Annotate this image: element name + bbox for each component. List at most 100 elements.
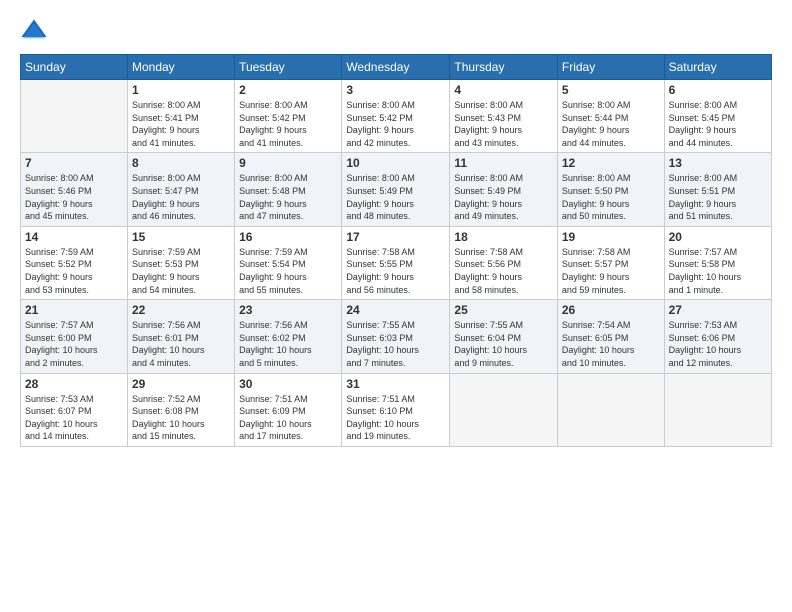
calendar-cell: 26Sunrise: 7:54 AM Sunset: 6:05 PM Dayli… [557,300,664,373]
day-number: 17 [346,230,445,244]
day-info: Sunrise: 7:59 AM Sunset: 5:54 PM Dayligh… [239,246,337,296]
calendar-cell: 13Sunrise: 8:00 AM Sunset: 5:51 PM Dayli… [664,153,771,226]
day-number: 9 [239,156,337,170]
header [20,16,772,44]
day-number: 4 [454,83,552,97]
day-number: 27 [669,303,767,317]
day-info: Sunrise: 8:00 AM Sunset: 5:43 PM Dayligh… [454,99,552,149]
calendar-cell [557,373,664,446]
day-number: 18 [454,230,552,244]
day-number: 26 [562,303,660,317]
day-info: Sunrise: 7:57 AM Sunset: 5:58 PM Dayligh… [669,246,767,296]
day-info: Sunrise: 8:00 AM Sunset: 5:42 PM Dayligh… [346,99,445,149]
day-number: 21 [25,303,123,317]
day-number: 3 [346,83,445,97]
calendar-cell: 9 Sunrise: 8:00 AM Sunset: 5:48 PM Daylig… [235,153,342,226]
calendar-cell: 16 Sunrise: 7:59 AM Sunset: 5:54 PM Dayli… [235,226,342,299]
day-info: Sunrise: 7:51 AM Sunset: 6:10 PM Dayligh… [346,393,445,443]
calendar-table: SundayMondayTuesdayWednesdayThursdayFrid… [20,54,772,447]
calendar-cell: 12 Sunrise: 8:00 AM Sunset: 5:50 PM Dayli… [557,153,664,226]
day-info: Sunrise: 8:00 AM Sunset: 5:44 PM Dayligh… [562,99,660,149]
calendar-cell: 3 Sunrise: 8:00 AM Sunset: 5:42 PM Daylig… [342,80,450,153]
day-info: Sunrise: 7:52 AM Sunset: 6:08 PM Dayligh… [132,393,230,443]
calendar-cell: 28Sunrise: 7:53 AM Sunset: 6:07 PM Dayli… [21,373,128,446]
day-info: Sunrise: 7:58 AM Sunset: 5:55 PM Dayligh… [346,246,445,296]
day-info: Sunrise: 8:00 AM Sunset: 5:45 PM Dayligh… [669,99,767,149]
calendar-cell: 15 Sunrise: 7:59 AM Sunset: 5:53 PM Dayli… [127,226,234,299]
calendar-cell: 10 Sunrise: 8:00 AM Sunset: 5:49 PM Dayli… [342,153,450,226]
day-info: Sunrise: 8:00 AM Sunset: 5:42 PM Dayligh… [239,99,337,149]
weekday-header: Monday [127,55,234,80]
calendar-cell: 2 Sunrise: 8:00 AM Sunset: 5:42 PM Daylig… [235,80,342,153]
day-number: 31 [346,377,445,391]
day-number: 16 [239,230,337,244]
day-number: 8 [132,156,230,170]
day-number: 12 [562,156,660,170]
calendar-cell: 14Sunrise: 7:59 AM Sunset: 5:52 PM Dayli… [21,226,128,299]
calendar-cell: 6 Sunrise: 8:00 AM Sunset: 5:45 PM Daylig… [664,80,771,153]
day-info: Sunrise: 7:58 AM Sunset: 5:57 PM Dayligh… [562,246,660,296]
day-info: Sunrise: 8:00 AM Sunset: 5:50 PM Dayligh… [562,172,660,222]
day-info: Sunrise: 7:57 AM Sunset: 6:00 PM Dayligh… [25,319,123,369]
day-info: Sunrise: 7:58 AM Sunset: 5:56 PM Dayligh… [454,246,552,296]
calendar-cell: 4 Sunrise: 8:00 AM Sunset: 5:43 PM Daylig… [450,80,557,153]
calendar-week-row: 7 Sunrise: 8:00 AM Sunset: 5:46 PM Daylig… [21,153,772,226]
calendar-cell: 27Sunrise: 7:53 AM Sunset: 6:06 PM Dayli… [664,300,771,373]
day-number: 29 [132,377,230,391]
calendar-cell: 5 Sunrise: 8:00 AM Sunset: 5:44 PM Daylig… [557,80,664,153]
day-number: 30 [239,377,337,391]
day-number: 19 [562,230,660,244]
day-number: 22 [132,303,230,317]
day-info: Sunrise: 7:56 AM Sunset: 6:01 PM Dayligh… [132,319,230,369]
day-info: Sunrise: 8:00 AM Sunset: 5:46 PM Dayligh… [25,172,123,222]
day-number: 28 [25,377,123,391]
day-number: 20 [669,230,767,244]
day-number: 24 [346,303,445,317]
day-number: 5 [562,83,660,97]
calendar-week-row: 21 Sunrise: 7:57 AM Sunset: 6:00 PM Dayli… [21,300,772,373]
calendar-cell: 22 Sunrise: 7:56 AM Sunset: 6:01 PM Dayli… [127,300,234,373]
day-info: Sunrise: 8:00 AM Sunset: 5:41 PM Dayligh… [132,99,230,149]
calendar-week-row: 28Sunrise: 7:53 AM Sunset: 6:07 PM Dayli… [21,373,772,446]
calendar-cell [21,80,128,153]
day-info: Sunrise: 7:55 AM Sunset: 6:03 PM Dayligh… [346,319,445,369]
day-number: 2 [239,83,337,97]
day-number: 7 [25,156,123,170]
calendar-cell: 17 Sunrise: 7:58 AM Sunset: 5:55 PM Dayli… [342,226,450,299]
weekday-header: Saturday [664,55,771,80]
day-info: Sunrise: 8:00 AM Sunset: 5:49 PM Dayligh… [346,172,445,222]
calendar-week-row: 14Sunrise: 7:59 AM Sunset: 5:52 PM Dayli… [21,226,772,299]
day-info: Sunrise: 7:59 AM Sunset: 5:53 PM Dayligh… [132,246,230,296]
day-info: Sunrise: 7:56 AM Sunset: 6:02 PM Dayligh… [239,319,337,369]
day-info: Sunrise: 8:00 AM Sunset: 5:48 PM Dayligh… [239,172,337,222]
logo-icon [20,16,48,44]
calendar-cell: 11 Sunrise: 8:00 AM Sunset: 5:49 PM Dayli… [450,153,557,226]
main-container: SundayMondayTuesdayWednesdayThursdayFrid… [0,0,792,457]
day-number: 10 [346,156,445,170]
day-number: 25 [454,303,552,317]
calendar-cell: 24 Sunrise: 7:55 AM Sunset: 6:03 PM Dayli… [342,300,450,373]
day-number: 6 [669,83,767,97]
calendar-cell: 19 Sunrise: 7:58 AM Sunset: 5:57 PM Dayli… [557,226,664,299]
day-info: Sunrise: 7:55 AM Sunset: 6:04 PM Dayligh… [454,319,552,369]
calendar-cell: 20 Sunrise: 7:57 AM Sunset: 5:58 PM Dayli… [664,226,771,299]
weekday-header: Friday [557,55,664,80]
calendar-cell: 8Sunrise: 8:00 AM Sunset: 5:47 PM Daylig… [127,153,234,226]
day-number: 11 [454,156,552,170]
calendar-cell: 18 Sunrise: 7:58 AM Sunset: 5:56 PM Dayli… [450,226,557,299]
weekday-header: Sunday [21,55,128,80]
calendar-cell: 1Sunrise: 8:00 AM Sunset: 5:41 PM Daylig… [127,80,234,153]
day-number: 15 [132,230,230,244]
day-info: Sunrise: 7:59 AM Sunset: 5:52 PM Dayligh… [25,246,123,296]
weekday-header: Wednesday [342,55,450,80]
calendar-week-row: 1Sunrise: 8:00 AM Sunset: 5:41 PM Daylig… [21,80,772,153]
calendar-cell: 29 Sunrise: 7:52 AM Sunset: 6:08 PM Dayli… [127,373,234,446]
day-info: Sunrise: 8:00 AM Sunset: 5:51 PM Dayligh… [669,172,767,222]
calendar-header-row: SundayMondayTuesdayWednesdayThursdayFrid… [21,55,772,80]
calendar-cell: 23Sunrise: 7:56 AM Sunset: 6:02 PM Dayli… [235,300,342,373]
calendar-cell: 25 Sunrise: 7:55 AM Sunset: 6:04 PM Dayli… [450,300,557,373]
day-info: Sunrise: 8:00 AM Sunset: 5:49 PM Dayligh… [454,172,552,222]
calendar-cell: 30Sunrise: 7:51 AM Sunset: 6:09 PM Dayli… [235,373,342,446]
weekday-header: Tuesday [235,55,342,80]
calendar-cell: 7 Sunrise: 8:00 AM Sunset: 5:46 PM Daylig… [21,153,128,226]
